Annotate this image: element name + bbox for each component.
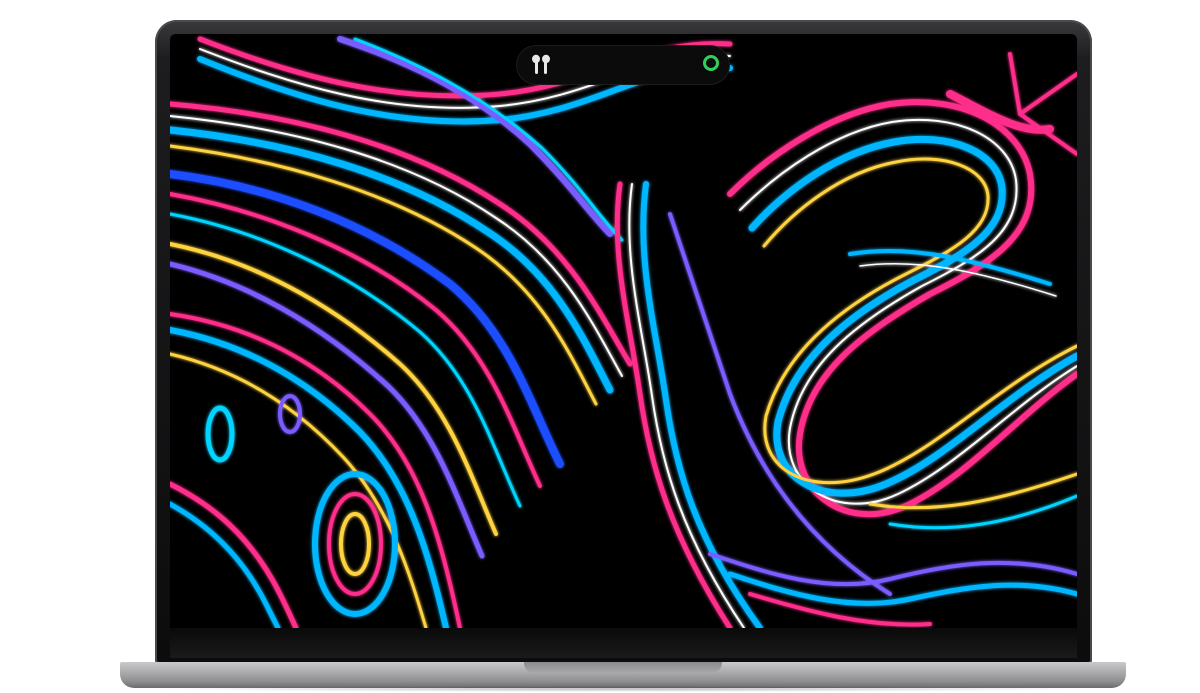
wallpaper [170, 34, 1077, 628]
base-shadow [140, 686, 1106, 692]
screen-chin [170, 628, 1077, 658]
progress-ring-icon [703, 55, 719, 71]
airpods-icon [532, 54, 550, 74]
lid-opening-notch [524, 662, 722, 673]
laptop-screen [170, 34, 1077, 628]
dynamic-island[interactable] [517, 46, 729, 84]
laptop-mockup [0, 0, 1200, 693]
